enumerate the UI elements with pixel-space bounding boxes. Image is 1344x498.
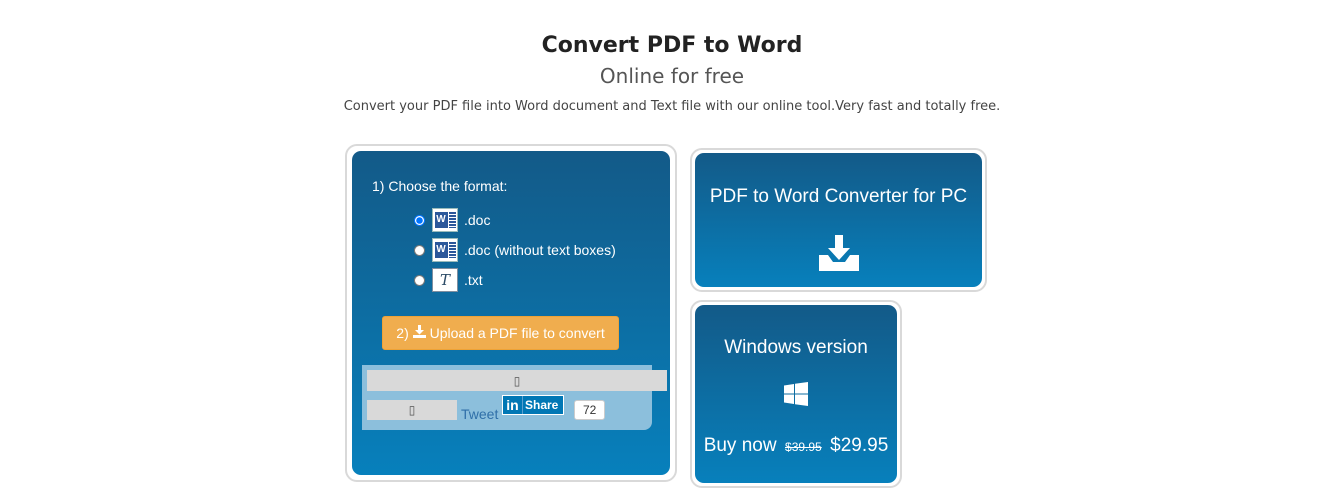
page-description: Convert your PDF file into Word document… — [343, 99, 1001, 114]
social-share-box: ▯ ▯ Tweet in Share 72 — [362, 365, 667, 430]
page-subtitle: Online for free — [599, 64, 745, 88]
format-option-txt[interactable]: T .txt — [414, 267, 483, 293]
download-icon — [412, 325, 426, 341]
choose-format-label: 1) Choose the format: — [372, 178, 508, 194]
upload-pdf-button[interactable]: 2) Upload a PDF file to convert — [382, 316, 619, 350]
broken-image-icon: ▯ — [408, 403, 416, 417]
social-widget-placeholder[interactable]: ▯ — [367, 370, 667, 391]
buy-now-link[interactable]: Buy now $39.95 $29.95 — [695, 435, 897, 457]
format-label-txt: .txt — [464, 272, 483, 288]
upload-step-label: 2) — [396, 325, 409, 341]
pc-converter-panel-inner[interactable]: PDF to Word Converter for PC — [695, 153, 982, 287]
tweet-link[interactable]: Tweet — [461, 406, 498, 422]
linkedin-share-count: 72 — [574, 400, 606, 420]
pc-converter-panel[interactable]: PDF to Word Converter for PC — [690, 148, 987, 292]
converter-panel-inner: 1) Choose the format: W .doc W .doc (wit… — [352, 151, 670, 475]
format-option-doc[interactable]: W .doc — [414, 207, 490, 233]
buy-now-label: Buy now — [703, 435, 777, 456]
social-widget-placeholder[interactable]: ▯ — [367, 400, 457, 420]
linkedin-share-button[interactable]: in Share — [502, 395, 565, 415]
word-icon: W — [432, 238, 458, 262]
download-tray-icon — [819, 235, 859, 271]
format-radio-doc-no-textboxes[interactable] — [414, 244, 425, 256]
linkedin-icon: in — [503, 396, 523, 414]
format-label-doc-no-textboxes: .doc (without text boxes) — [464, 242, 616, 258]
upload-button-label: Upload a PDF file to convert — [429, 325, 605, 341]
format-option-doc-no-textboxes[interactable]: W .doc (without text boxes) — [414, 237, 616, 263]
linkedin-share-label: Share — [525, 398, 559, 412]
new-price: $29.95 — [830, 435, 889, 456]
windows-version-panel-inner[interactable]: Windows version Buy now $39.95 $29.95 — [695, 305, 897, 483]
word-icon: W — [432, 208, 458, 232]
format-radio-doc[interactable] — [414, 214, 425, 226]
broken-image-icon: ▯ — [513, 373, 521, 388]
text-file-icon: T — [432, 268, 458, 292]
pc-converter-title[interactable]: PDF to Word Converter for PC — [695, 186, 982, 208]
format-label-doc: .doc — [464, 212, 491, 228]
converter-panel: 1) Choose the format: W .doc W .doc (wit… — [345, 144, 677, 482]
format-radio-txt[interactable] — [414, 274, 425, 286]
old-price: $39.95 — [785, 440, 822, 454]
windows-version-panel[interactable]: Windows version Buy now $39.95 $29.95 — [690, 300, 902, 488]
page-title: Convert PDF to Word — [541, 33, 803, 58]
windows-version-title[interactable]: Windows version — [695, 337, 897, 359]
windows-logo-icon — [784, 382, 808, 406]
